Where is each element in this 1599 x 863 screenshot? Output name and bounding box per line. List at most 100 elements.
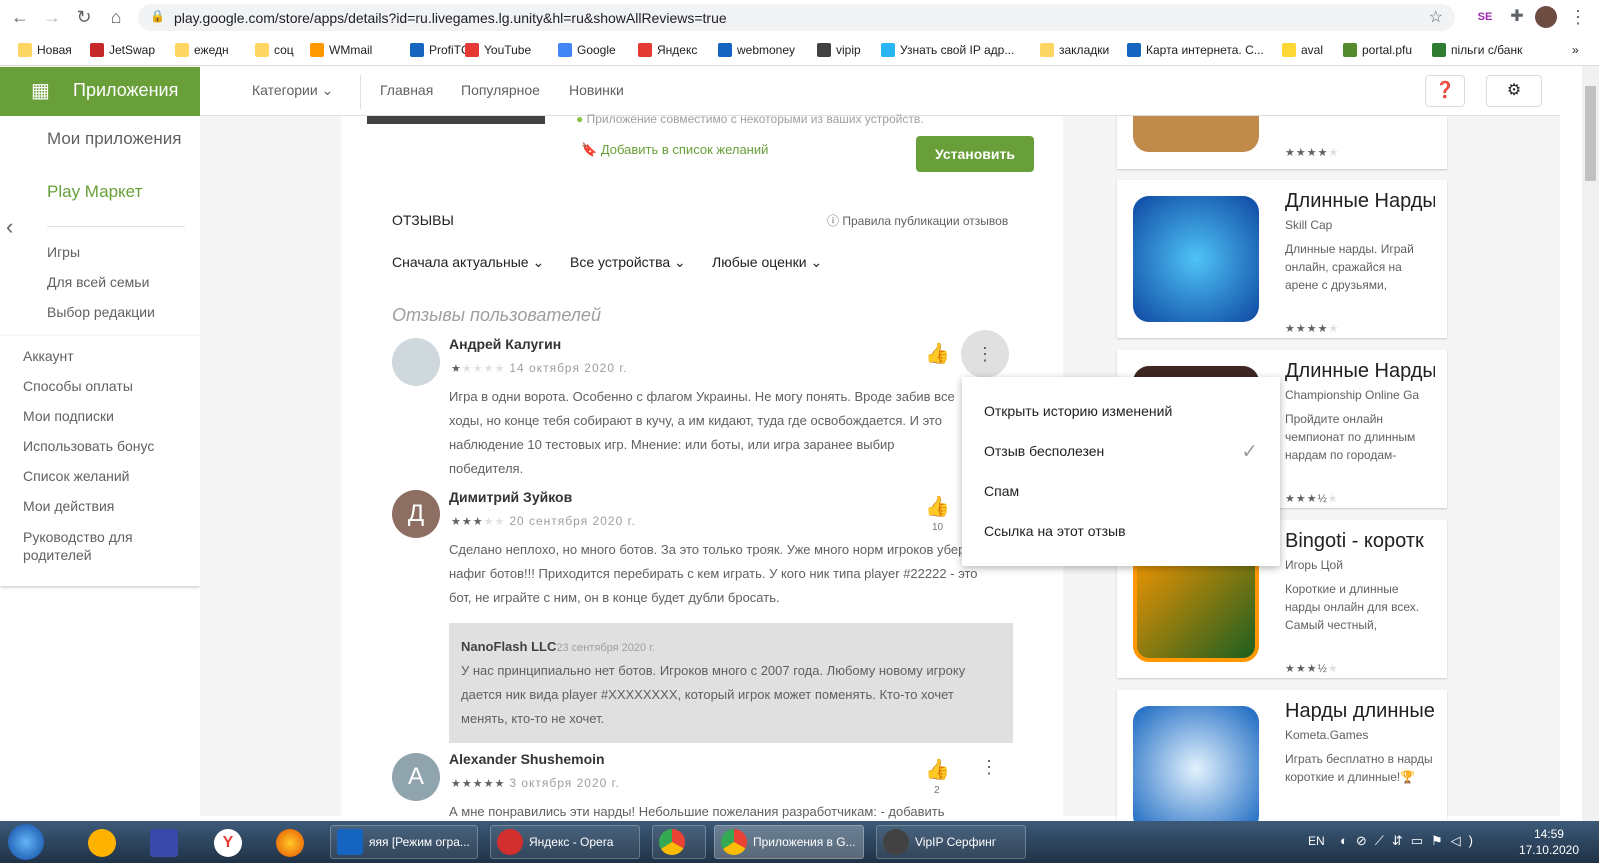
clock[interactable]: 14:59 17.10.2020	[1519, 826, 1579, 858]
back-icon[interactable]: ←	[8, 5, 32, 29]
device-dropdown[interactable]: Все устройства ⌄	[570, 254, 686, 271]
address-bar[interactable]: 🔒 play.google.com/store/apps/details?id=…	[138, 4, 1455, 31]
sidebar-activity-link[interactable]: Мои действия	[23, 498, 114, 514]
bookmark-favicon-icon	[175, 43, 189, 57]
menu-item-history[interactable]: Открыть историю изменений	[984, 403, 1172, 419]
nav-home[interactable]: Главная	[380, 82, 433, 98]
rec-icon	[1133, 196, 1259, 322]
sidebar-parents-link[interactable]: Руководство для родителей	[23, 528, 163, 564]
sidebar-item-family[interactable]: Для всей семьи	[47, 274, 149, 290]
start-button[interactable]	[8, 824, 44, 860]
menu-icon[interactable]: ⋮	[1566, 5, 1590, 29]
collapse-chevron-icon[interactable]: ‹	[6, 214, 13, 240]
firefox-icon[interactable]	[276, 829, 304, 857]
bookmark-favicon-icon	[881, 43, 895, 57]
taskbar-chrome-active[interactable]: Приложения в G...	[714, 825, 864, 859]
sidebar-account-link[interactable]: Аккаунт	[23, 348, 74, 364]
my-apps-link[interactable]: Мои приложения	[47, 129, 187, 149]
bookmark-item[interactable]: ProfiTC	[410, 40, 470, 60]
language-indicator[interactable]: EN	[1308, 834, 1325, 848]
grid-icon: ▦	[31, 80, 50, 102]
rec-card[interactable]: Длинные Нарды Skill Cap Длинные нарды. И…	[1117, 180, 1447, 338]
more-options-button[interactable]: ⋮	[961, 330, 1009, 378]
info-icon: ⓘ	[827, 214, 840, 228]
taskbar-word[interactable]: яяя [Режим огра...	[330, 825, 478, 859]
more-bookmarks-icon[interactable]: »	[1572, 40, 1579, 60]
menu-item-link[interactable]: Ссылка на этот отзыв	[984, 523, 1126, 539]
check-icon: ✓	[1241, 441, 1258, 463]
bookmark-item[interactable]: Яндекс	[638, 40, 697, 60]
taskbar-vipip[interactable]: VipIP Серфинг	[876, 825, 1026, 859]
bookmark-item[interactable]: Карта интернета. С...	[1127, 40, 1264, 60]
bookmark-label: aval	[1301, 43, 1324, 57]
bookmark-item[interactable]: vipip	[817, 40, 861, 60]
nav-new[interactable]: Новинки	[569, 82, 624, 98]
bookmark-item[interactable]: webmoney	[718, 40, 795, 60]
pinned-app-icon[interactable]	[150, 829, 178, 857]
wishlist-link[interactable]: 🔖 Добавить в список желаний	[581, 142, 768, 158]
bookmark-star-icon[interactable]: ☆	[1429, 7, 1443, 27]
apps-section[interactable]: ▦ Приложения	[0, 67, 200, 116]
taskbar-chrome[interactable]	[652, 825, 706, 859]
bookmark-item[interactable]: Узнать свой IP адр...	[881, 40, 1014, 60]
device-label: Все устройства	[570, 254, 671, 270]
more-options-icon[interactable]: ⋮	[980, 757, 998, 778]
chevron-down-icon: ⌄	[810, 254, 823, 270]
page-scrollbar[interactable]	[1582, 66, 1599, 821]
bookmark-item[interactable]: закладки	[1040, 40, 1109, 60]
bookmark-item[interactable]: JetSwap	[90, 40, 155, 60]
categories-dropdown[interactable]: Категории ⌄	[252, 82, 333, 99]
menu-item-not-helpful[interactable]: Отзыв бесполезен	[984, 443, 1104, 459]
rec-title: Нарды длинные	[1285, 700, 1435, 722]
sidebar-item-editors[interactable]: Выбор редакции	[47, 304, 155, 320]
sidebar-item-games[interactable]: Игры	[47, 244, 80, 260]
yandex-icon[interactable]: Y	[214, 829, 242, 857]
nav-popular[interactable]: Популярное	[461, 82, 540, 98]
pinned-app-icon[interactable]	[88, 829, 116, 857]
rating-dropdown[interactable]: Любые оценки ⌄	[712, 254, 822, 271]
user-reviews-title: Отзывы пользователей	[392, 305, 601, 325]
avatar	[392, 338, 440, 386]
settings-button[interactable]: ⚙	[1486, 75, 1542, 107]
menu-item-spam[interactable]: Спам	[984, 483, 1019, 499]
sidebar-payments-link[interactable]: Способы оплаты	[23, 378, 133, 394]
sort-dropdown[interactable]: Сначала актуальные ⌄	[392, 254, 544, 271]
tray-icons[interactable]: ◐⊘⟋⇵▭⚑◁)	[1340, 833, 1481, 849]
forward-icon[interactable]: →	[40, 5, 64, 29]
thumbs-up-icon[interactable]: 👍	[925, 341, 950, 366]
bookmark-label: Новая	[37, 43, 72, 57]
bookmark-item[interactable]: пільги с/банк	[1432, 40, 1522, 60]
bookmark-label: закладки	[1059, 43, 1110, 57]
profile-avatar[interactable]	[1535, 6, 1557, 28]
sidebar-top: Мои приложения Play Маркет Игры Для всей…	[0, 116, 200, 336]
rec-card[interactable]: Нарды длинные Kometa.Games Играть беспла…	[1117, 690, 1447, 832]
thumbs-up-icon[interactable]: 👍	[925, 757, 950, 782]
bookmark-item[interactable]: соц	[255, 40, 294, 60]
rec-stars: ★★★★★	[1285, 323, 1340, 335]
bookmark-item[interactable]: aval	[1282, 40, 1323, 60]
bookmark-item[interactable]: YouTube	[465, 40, 531, 60]
reload-icon[interactable]: ↻	[72, 5, 96, 29]
bookmark-item[interactable]: WMmail	[310, 40, 372, 60]
rating-label: Любые оценки	[712, 254, 807, 270]
bookmark-item[interactable]: ежедн	[175, 40, 229, 60]
help-button[interactable]: ❓	[1425, 75, 1465, 107]
extensions-puzzle-icon[interactable]: ✚	[1506, 6, 1528, 28]
sidebar-wishlist-link[interactable]: Список желаний	[23, 468, 129, 484]
play-market-link[interactable]: Play Маркет	[47, 182, 142, 202]
browser-toolbar: ← → ↻ ⌂ 🔒 play.google.com/store/apps/det…	[0, 0, 1599, 34]
scrollbar-thumb[interactable]	[1585, 86, 1596, 181]
sidebar-subscriptions-link[interactable]: Мои подписки	[23, 408, 114, 424]
taskbar-opera[interactable]: Яндекс - Opera	[490, 825, 640, 859]
home-icon[interactable]: ⌂	[104, 5, 128, 29]
bookmark-item[interactable]: Новая	[18, 40, 72, 60]
thumbs-up-icon[interactable]: 👍	[925, 494, 950, 519]
bookmark-item[interactable]: portal.pfu	[1343, 40, 1412, 60]
windows-taskbar: Y яяя [Режим огра... Яндекс - Opera Прил…	[0, 821, 1599, 863]
rec-card[interactable]: ★★★★★	[1117, 116, 1447, 169]
sidebar-bonus-link[interactable]: Использовать бонус	[23, 438, 154, 454]
policy-link[interactable]: ⓘ Правила публикации отзывов	[827, 212, 1008, 229]
bookmark-item[interactable]: Google	[558, 40, 616, 60]
extension-se-icon[interactable]: SE	[1474, 6, 1496, 28]
install-button[interactable]: Установить	[916, 136, 1034, 172]
